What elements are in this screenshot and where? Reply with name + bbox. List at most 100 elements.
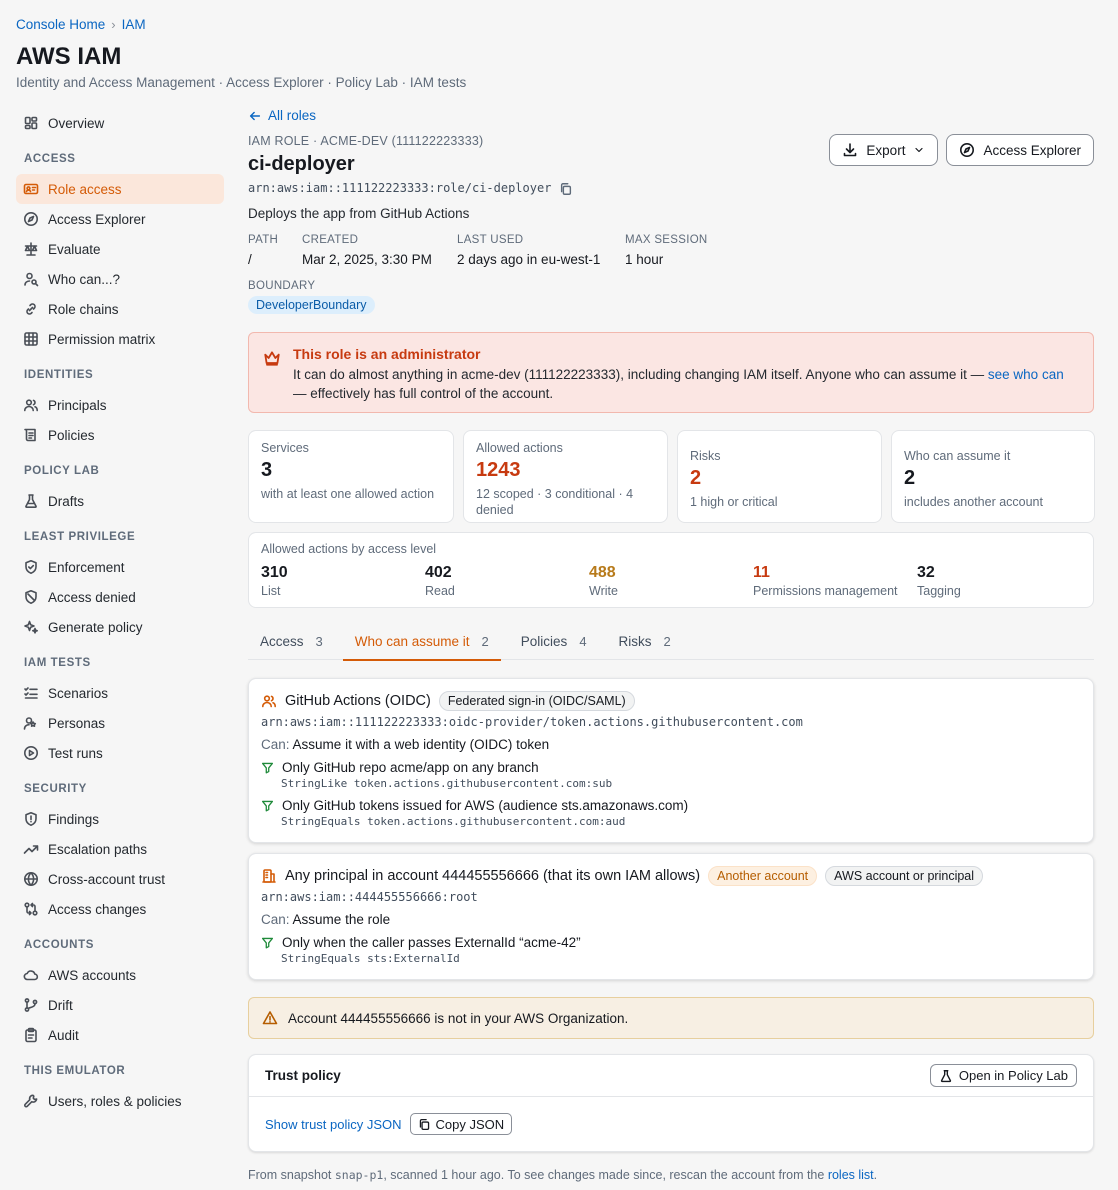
tab-access[interactable]: Access 3: [248, 623, 335, 660]
sidebar-item-overview[interactable]: Overview: [16, 108, 224, 138]
sidebar-item-aws-accounts[interactable]: AWS accounts: [16, 960, 224, 990]
sidebar-item-drafts[interactable]: Drafts: [16, 486, 224, 516]
footer-text: From snapshot: [248, 1168, 335, 1182]
condition: Only GitHub tokens issued for AWS (audie…: [261, 798, 1081, 828]
breadcrumb-console-home[interactable]: Console Home: [16, 17, 105, 32]
meta-value: 1 hour: [625, 252, 664, 267]
sidebar-item-test-runs[interactable]: Test runs: [16, 738, 224, 768]
principal-can: Can: Assume it with a web identity (OIDC…: [261, 737, 1081, 752]
condition: Only GitHub repo acme/app on any branch S…: [261, 760, 1081, 790]
open-in-policy-lab-label: Open in Policy Lab: [958, 1068, 1068, 1083]
snapshot-id: snap-p1: [334, 1168, 384, 1182]
sidebar-section-title: IAM TESTS: [24, 657, 91, 669]
list-check-icon: [24, 687, 38, 699]
copy-json-button[interactable]: Copy JSON: [409, 1113, 513, 1135]
access-level-label: Tagging: [917, 584, 961, 598]
id-card-icon: [23, 183, 39, 195]
sidebar-item-label: Who can...?: [48, 271, 121, 287]
principal-badge: Federated sign-in (OIDC/SAML): [438, 691, 635, 711]
meta-value: /: [248, 252, 252, 267]
sidebar-item-findings[interactable]: Findings: [16, 804, 224, 834]
sidebar-item-generate-policy[interactable]: Generate policy: [16, 612, 224, 642]
sidebar-item-escalation-paths[interactable]: Escalation paths: [16, 834, 224, 864]
sidebar-section-title: IDENTITIES: [24, 369, 94, 381]
meta-label: LAST USED: [457, 234, 524, 246]
sidebar-item-access-denied[interactable]: Access denied: [16, 582, 224, 612]
stat-label: Allowed actions: [476, 441, 563, 455]
sidebar-item-label: Access changes: [48, 901, 147, 917]
stat-value: 1243: [476, 459, 521, 481]
condition-title: Only GitHub repo acme/app on any branch: [282, 760, 539, 775]
sidebar-item-cross-account-trust[interactable]: Cross-account trust: [16, 864, 224, 894]
condition-detail: StringEquals token.actions.githubusercon…: [281, 815, 626, 828]
tab-bar: Access 3 Who can assume it 2 Policies 4 Risks 2: [248, 623, 1094, 661]
sidebar-item-permission-matrix[interactable]: Permission matrix: [16, 324, 224, 354]
sidebar-item-who-can[interactable]: Who can...?: [16, 264, 224, 294]
sidebar-item-scenarios[interactable]: Scenarios: [16, 678, 224, 708]
sidebar-item-access-explorer[interactable]: Access Explorer: [16, 204, 224, 234]
sidebar-item-policies[interactable]: Policies: [16, 420, 224, 450]
sparkles-icon: [24, 620, 38, 634]
condition: Only when the caller passes ExternalId “…: [261, 935, 1081, 965]
sidebar-item-access-changes[interactable]: Access changes: [16, 894, 224, 924]
access-explorer-button[interactable]: Access Explorer: [946, 134, 1094, 166]
principal-can: Can: Assume the role: [261, 912, 1081, 927]
sidebar-item-users-roles-policies[interactable]: Users, roles & policies: [16, 1086, 224, 1116]
tab-count: 2: [663, 634, 671, 649]
sidebar-item-enforcement[interactable]: Enforcement: [16, 552, 224, 582]
breadcrumb-iam[interactable]: IAM: [122, 17, 146, 32]
sidebar-item-personas[interactable]: Personas: [16, 708, 224, 738]
scroll-icon: [24, 428, 36, 442]
access-levels-title: Allowed actions by access level: [261, 542, 437, 556]
sidebar-section-title: THIS EMULATOR: [24, 1065, 126, 1077]
copy-icon[interactable]: [559, 182, 573, 196]
page-subtitle: Identity and Access Management · Access …: [16, 75, 467, 90]
tab-risks[interactable]: Risks 2: [607, 623, 683, 660]
copy-json-label: Copy JSON: [435, 1116, 505, 1132]
stat-sub: 12 scoped · 3 conditional · 4 denied: [476, 487, 634, 517]
access-level-tagging: 32 Tagging: [917, 564, 1081, 598]
boundary-badge[interactable]: DeveloperBoundary: [248, 296, 375, 314]
tab-policies[interactable]: Policies 4: [509, 623, 599, 660]
snapshot-footer: From snapshot snap-p1, scanned 1 hour ag…: [248, 1168, 877, 1182]
tab-who-can-assume-it[interactable]: Who can assume it 2: [342, 623, 501, 661]
access-level-count: 32: [917, 564, 935, 581]
export-button[interactable]: Export: [829, 134, 939, 166]
admin-alert-body: It can do almost anything in acme-dev (1…: [293, 365, 1077, 403]
role-metadata: PATH / CREATED Mar 2, 2025, 3:30 PM LAST U…: [248, 234, 708, 267]
meta-label: CREATED: [302, 234, 359, 246]
tab-count: 4: [579, 634, 587, 649]
open-in-policy-lab-button[interactable]: Open in Policy Lab: [929, 1064, 1077, 1087]
export-label: Export: [866, 142, 906, 158]
sidebar-item-evaluate[interactable]: Evaluate: [16, 234, 224, 264]
sidebar-item-role-access[interactable]: Role access: [16, 174, 224, 204]
wrench-icon: [24, 1094, 38, 1108]
stat-sub: includes another account: [904, 495, 1043, 509]
shield-check-icon: [25, 560, 37, 574]
cloud-icon: [23, 970, 39, 981]
sidebar-item-drift[interactable]: Drift: [16, 990, 224, 1020]
see-who-can-link[interactable]: see who can: [988, 367, 1064, 382]
sidebar-item-principals[interactable]: Principals: [16, 390, 224, 420]
tab-label: Risks: [618, 634, 652, 649]
back-to-roles-link[interactable]: All roles: [248, 108, 316, 123]
sidebar-item-label: Overview: [48, 115, 105, 131]
condition-title: Only when the caller passes ExternalId “…: [282, 935, 581, 950]
principal-arn: arn:aws:iam::444455556666:root: [261, 890, 478, 904]
access-explorer-label: Access Explorer: [983, 142, 1081, 158]
sidebar-section-title: ACCESS: [24, 153, 76, 165]
stat-label: Services: [261, 441, 309, 455]
sidebar-section-title: SECURITY: [24, 783, 87, 795]
link-icon: [26, 303, 36, 315]
stat-value: 3: [261, 459, 273, 481]
sidebar-item-audit[interactable]: Audit: [16, 1020, 224, 1050]
admin-alert: This role is an administrator It can do …: [248, 332, 1094, 413]
roles-list-link[interactable]: roles list: [828, 1168, 874, 1182]
principal-badge: AWS account or principal: [825, 866, 984, 886]
meta-value: 2 days ago in eu-west-1: [457, 252, 601, 267]
sidebar-item-role-chains[interactable]: Role chains: [16, 294, 224, 324]
breadcrumb-separator: ›: [111, 17, 116, 32]
access-level-permissions-management: 11 Permissions management: [753, 564, 917, 598]
stat-label: Risks: [690, 449, 721, 463]
show-trust-policy-link[interactable]: Show trust policy JSON: [265, 1117, 402, 1132]
